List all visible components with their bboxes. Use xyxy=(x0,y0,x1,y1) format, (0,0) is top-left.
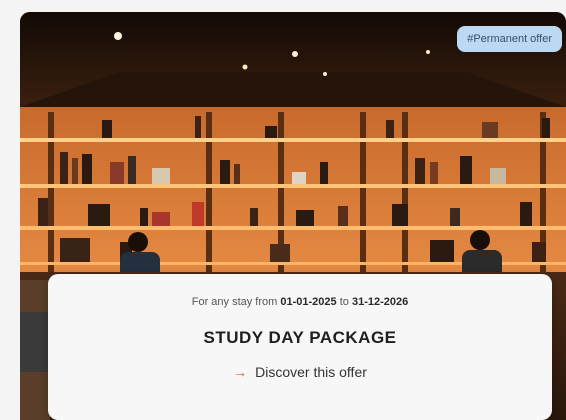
offer-title: STUDY DAY PACKAGE xyxy=(203,328,397,347)
offer-card[interactable]: #Permanent offer For any stay from 01-01… xyxy=(20,12,566,420)
stay-start-date: 01-01-2025 xyxy=(280,296,337,308)
stay-period-text: For any stay from 01-01-2025 to 31-12-20… xyxy=(48,296,552,308)
discover-offer-link[interactable]: → Discover this offer xyxy=(48,364,552,380)
stay-prefix: For any stay from xyxy=(191,296,278,308)
arrow-right-icon: → xyxy=(233,364,248,380)
discover-offer-label: Discover this offer xyxy=(255,364,367,380)
stay-end-date: 31-12-2026 xyxy=(351,296,409,308)
permanent-offer-badge: #Permanent offer xyxy=(457,26,562,52)
stay-mid: to xyxy=(339,296,349,308)
offer-info-panel: For any stay from 01-01-2025 to 31-12-20… xyxy=(48,274,552,420)
